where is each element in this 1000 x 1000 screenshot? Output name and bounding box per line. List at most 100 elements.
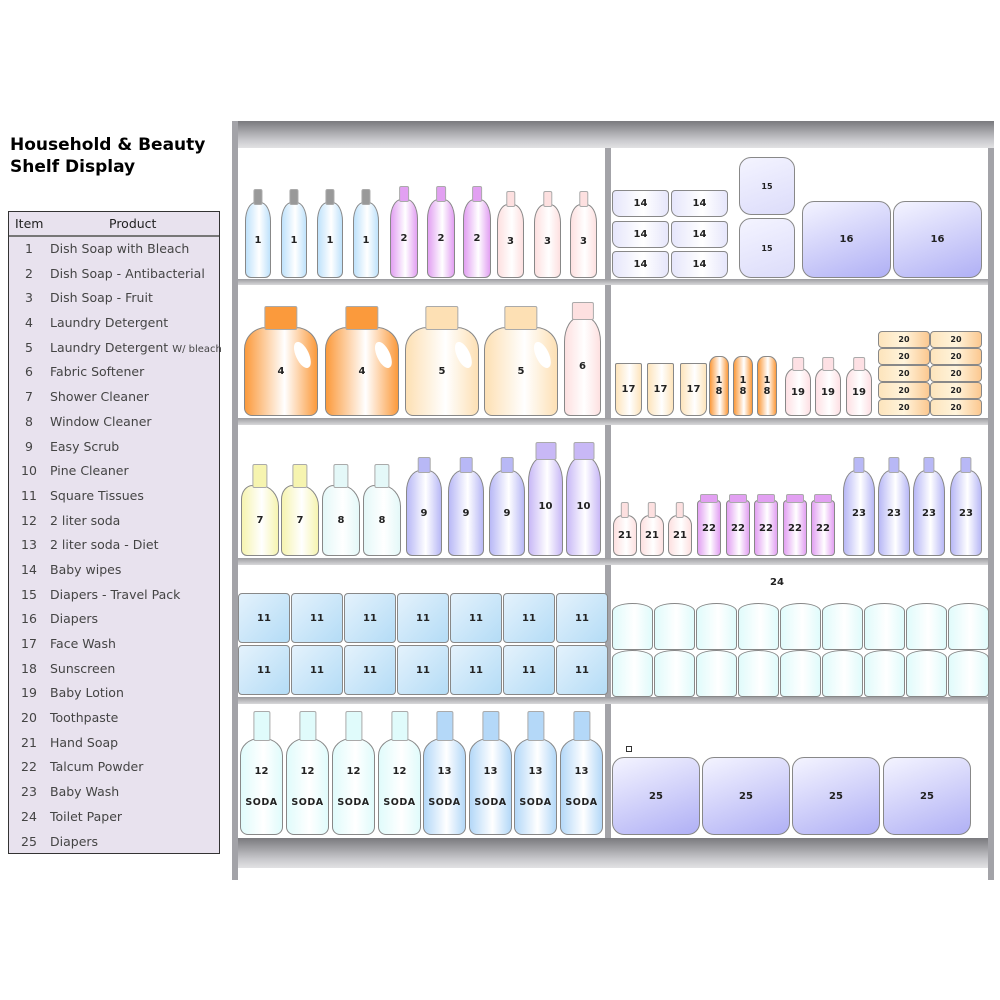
legend-product-name: Dish Soap - Antibacterial [50,266,205,281]
tube-item-18: 18 [757,356,777,416]
legend-row: 5 Laundry Detergent W/ bleach [9,336,222,361]
product-number-label: 18 [763,375,771,397]
legend-product-name: Laundry Detergent W/ bleach [50,340,222,355]
product-name: Diapers [50,833,99,849]
legend-item-number: 3 [25,290,33,306]
legend-item-number: 4 [25,315,33,331]
legend-row: 15 Diapers - Travel Pack [9,583,219,608]
cap-icon [923,457,935,473]
product-number-label: 15 [761,181,773,191]
soda-text: SODA [428,796,461,808]
legend-item-number: 6 [25,364,33,380]
cap-icon [481,711,500,741]
product-number-label: 25 [920,790,934,802]
product-name: Laundry Detergent [50,315,169,331]
legend-row: 6 Fabric Softener [9,360,219,385]
baby-wipes-pack-item-14: 14 [612,251,669,278]
legend-row: 18 Sunscreen [9,657,219,682]
legend-product-name: Easy Scrub [50,439,119,454]
shelf-1 [238,279,988,285]
product-number-label: 22 [816,522,830,534]
product-number-label: 11 [257,612,271,624]
soda-bottle-item-12: 12 SODA [378,711,421,835]
baby-wipes-pack-item-14: 14 [671,251,728,278]
bottle-item-1: 1 [245,189,271,278]
product-number-label: 22 [788,522,802,534]
page-title: Household & Beauty Shelf Display [10,135,206,177]
baby-wipes-pack-item-14: 14 [612,190,669,217]
product-number-label: 12 SODA [337,766,369,808]
product-number-label: 19 [852,386,866,398]
product-number-label: 5 [438,366,446,377]
bottle-item-3: 3 [570,191,597,278]
product-suffix: W/ bleach [172,343,222,355]
product-number-label: 10 [576,501,591,512]
shelf-2 [238,418,988,425]
cap-icon [571,302,594,320]
product-number-label: 20 [898,335,910,344]
product-name: Pine Cleaner [50,463,129,479]
legend-row: 20 Toothpaste [9,706,219,731]
toothpaste-box-item-20: 20 [930,382,982,399]
legend-item-number: 5 [25,339,33,355]
center-divider [605,148,611,838]
product-number-label: 1 [290,234,298,246]
product-number-label: 21 [673,530,687,541]
product-number-label: 11 [469,664,483,676]
product-number-label: 11 [522,664,536,676]
product-number-label: 23 [959,507,973,519]
soda-text: SODA [337,796,370,808]
product-name: Diapers [50,611,99,627]
bottle-item-2: 2 [427,186,455,278]
cap-icon [417,457,431,473]
bottle-item-1: 1 [317,189,343,278]
tissue-box-item-11: 11 [344,645,396,695]
cap-icon [333,464,349,488]
product-number-label: 16 [930,234,945,245]
tissue-box-item-11: 11 [450,593,502,643]
product-number-label: 19 [821,386,835,398]
product-number-label: 22 [731,522,745,534]
product-number-label: 20 [950,369,962,378]
legend-row: 13 2 liter soda - Diet [9,533,219,558]
diaper-pack-item-16: 16 [893,201,982,278]
tissue-box-item-11: 11 [397,593,449,643]
legend-product-name: Baby Wash [50,784,119,799]
product-number-label: 1 [326,234,334,246]
toilet-paper-roll-item-24 [822,650,863,697]
soda-bottle-item-12: 12 SODA [332,711,375,835]
product-number-label: 3 [507,235,514,247]
soda-text: SODA [519,796,552,808]
cap-icon [292,464,308,488]
legend-item-number: 22 [21,759,37,775]
toothpaste-box-item-20: 20 [878,348,930,365]
cap-icon [252,711,271,741]
legend-product-name: Dish Soap - Fruit [50,290,153,305]
product-number-label: 14 [692,259,707,270]
toilet-paper-roll-item-24 [906,650,947,697]
toilet-paper-roll-item-24 [696,603,737,650]
toilet-paper-roll-item-24 [612,603,653,650]
tube-item-18: 18 [709,356,729,416]
product-number: 12 [346,765,361,777]
cap-icon [252,464,268,488]
legend-row: 11 Square Tissues [9,484,219,509]
spray-bottle-item-7: 7 [281,464,319,556]
product-number-label: 3 [580,235,587,247]
spray-bottle-item-8: 8 [363,464,401,556]
legend-product-name: Sunscreen [50,661,115,676]
cap-icon [435,711,454,741]
legend-item-number: 23 [21,784,37,800]
product-number-label: 13 SODA [428,766,460,808]
handle-hole-icon [451,340,475,372]
product-number-label: 20 [898,369,910,378]
legend-item-number: 18 [21,660,37,676]
product-number-label: 2 [437,233,445,244]
cap-icon [814,494,832,503]
legend-item-number: 13 [21,537,37,553]
cap-icon [505,191,516,207]
toothpaste-box-item-20: 20 [930,399,982,416]
legend-row: 12 2 liter soda [9,509,219,534]
diaper-pack-item-25: 25 [612,757,700,835]
product-number-label: 21 [645,530,659,541]
